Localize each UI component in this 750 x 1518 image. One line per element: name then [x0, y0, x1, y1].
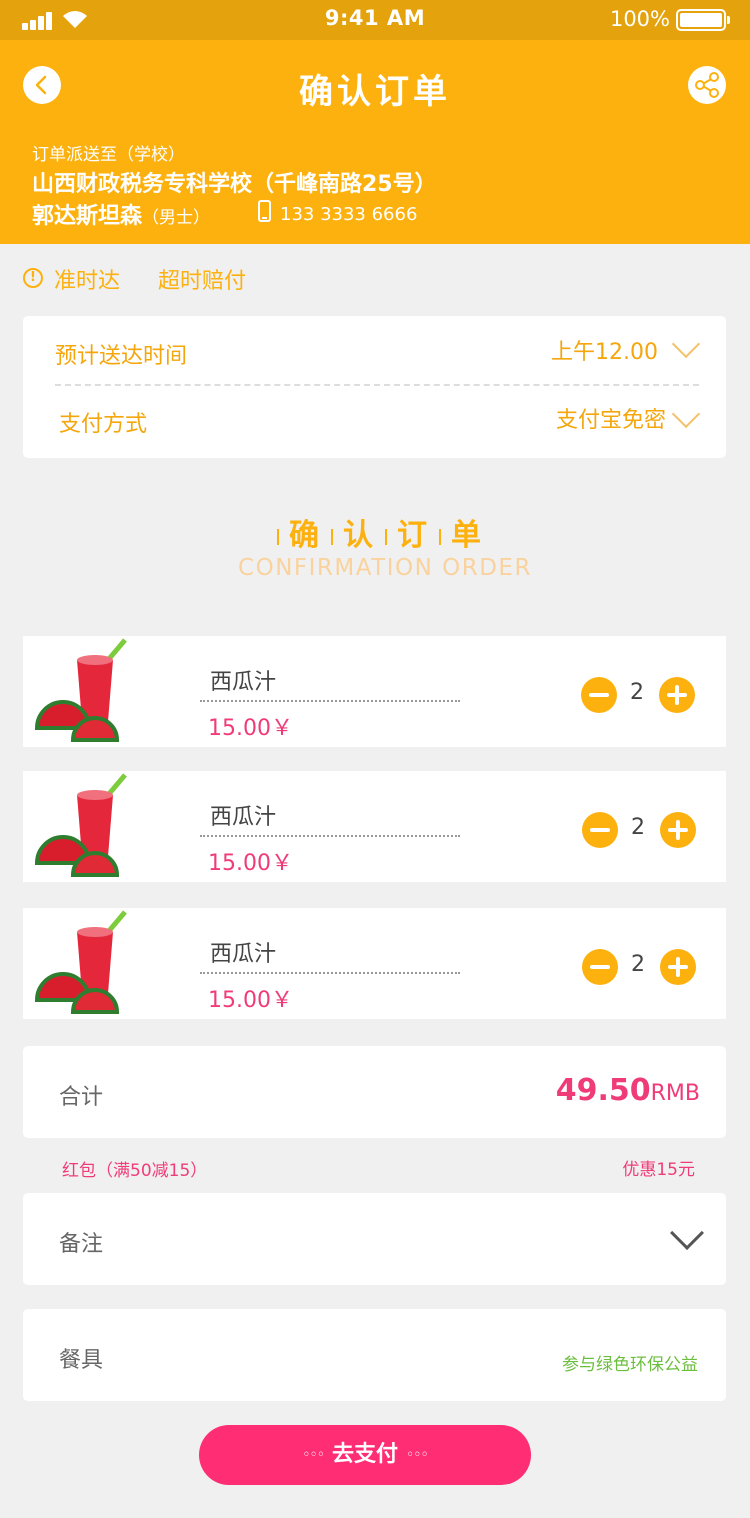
order-item: 西瓜汁 15.00￥ 2	[23, 908, 726, 1019]
decrease-quantity-button[interactable]	[581, 677, 617, 713]
red-packet-label[interactable]: 红包（满50减15）	[62, 1156, 207, 1181]
deliver-to-label: 订单派送至（学校）	[32, 145, 185, 165]
watermelon-juice-image	[34, 910, 127, 1014]
payment-method-select[interactable]: 支付宝免密	[555, 399, 701, 434]
discount-label: 优惠15元	[622, 1160, 695, 1180]
battery-icon	[676, 9, 730, 31]
watermelon-juice-image	[34, 638, 127, 742]
share-icon	[695, 72, 719, 98]
ontime-label: 准时达	[54, 269, 121, 294]
order-item: 西瓜汁 15.00￥ 2	[23, 771, 726, 882]
section-subtitle: CONFIRMATION ORDER	[238, 555, 532, 581]
status-bar: 9:41 AM 100%	[0, 0, 750, 40]
payment-method-value: 支付宝免密	[555, 408, 666, 433]
order-total-card: 合计 49.50RMB	[23, 1046, 726, 1138]
pay-button-label: 去支付	[331, 1442, 398, 1467]
delivery-address: 山西财政税务专科学校（千峰南路25号）	[32, 172, 437, 197]
receiver-gender: （男士）	[142, 208, 211, 228]
decrease-quantity-button[interactable]	[582, 812, 618, 848]
note-row[interactable]: 备注	[23, 1193, 726, 1285]
pay-button[interactable]: ◦◦◦ 去支付 ◦◦◦	[199, 1425, 531, 1485]
section-title: 确认订单	[0, 510, 750, 554]
item-quantity: 2	[631, 815, 645, 840]
divider	[200, 835, 460, 837]
info-icon: !	[23, 268, 43, 288]
divider	[200, 972, 460, 974]
delivery-options-card: 预计送达时间 上午12.00 支付方式 支付宝免密	[23, 316, 726, 458]
total-label: 合计	[59, 1085, 104, 1110]
chevron-down-icon	[670, 1216, 704, 1250]
item-name: 西瓜汁	[210, 670, 277, 695]
page-title: 确认订单	[299, 72, 451, 112]
receiver-info: 郭达斯坦森（男士）	[32, 198, 210, 230]
item-price: 15.00￥	[208, 716, 293, 741]
increase-quantity-button[interactable]	[660, 812, 696, 848]
decrease-quantity-button[interactable]	[582, 949, 618, 985]
item-quantity: 2	[631, 952, 645, 977]
chevron-down-icon	[671, 399, 701, 429]
item-price: 15.00￥	[208, 988, 293, 1013]
eco-option-label[interactable]: 参与绿色环保公益	[562, 1350, 698, 1375]
increase-quantity-button[interactable]	[660, 949, 696, 985]
chevron-down-icon	[671, 329, 701, 359]
overtime-compensation-label: 超时赔付	[158, 269, 247, 294]
item-price: 15.00￥	[208, 851, 293, 876]
delivery-time-value: 上午12.00	[551, 340, 658, 365]
increase-quantity-button[interactable]	[659, 677, 695, 713]
phone-icon	[258, 200, 271, 222]
receiver-name: 郭达斯坦森	[32, 204, 143, 229]
delivery-time-label: 预计送达时间	[55, 344, 188, 369]
item-quantity: 2	[630, 680, 644, 705]
tableware-label: 餐具	[59, 1348, 104, 1373]
item-name: 西瓜汁	[210, 942, 277, 967]
battery-percent: 100%	[609, 7, 670, 31]
share-button[interactable]	[688, 66, 726, 104]
divider	[55, 384, 699, 386]
receiver-phone[interactable]: 133 3333 6666	[280, 204, 417, 225]
item-name: 西瓜汁	[210, 805, 277, 830]
order-item: 西瓜汁 15.00￥ 2	[23, 636, 726, 747]
total-amount: 49.50RMB	[556, 1073, 700, 1108]
divider	[200, 700, 460, 702]
delivery-time-select[interactable]: 上午12.00	[551, 329, 701, 366]
note-label: 备注	[59, 1232, 104, 1257]
total-value: 49.50	[555, 1073, 651, 1108]
total-unit: RMB	[650, 1081, 700, 1106]
tableware-row[interactable]: 餐具 参与绿色环保公益	[23, 1309, 726, 1401]
payment-method-label: 支付方式	[59, 412, 148, 437]
watermelon-juice-image	[34, 773, 127, 877]
order-header: 确认订单 订单派送至（学校） 山西财政税务专科学校（千峰南路25号） 郭达斯坦森…	[0, 40, 750, 244]
